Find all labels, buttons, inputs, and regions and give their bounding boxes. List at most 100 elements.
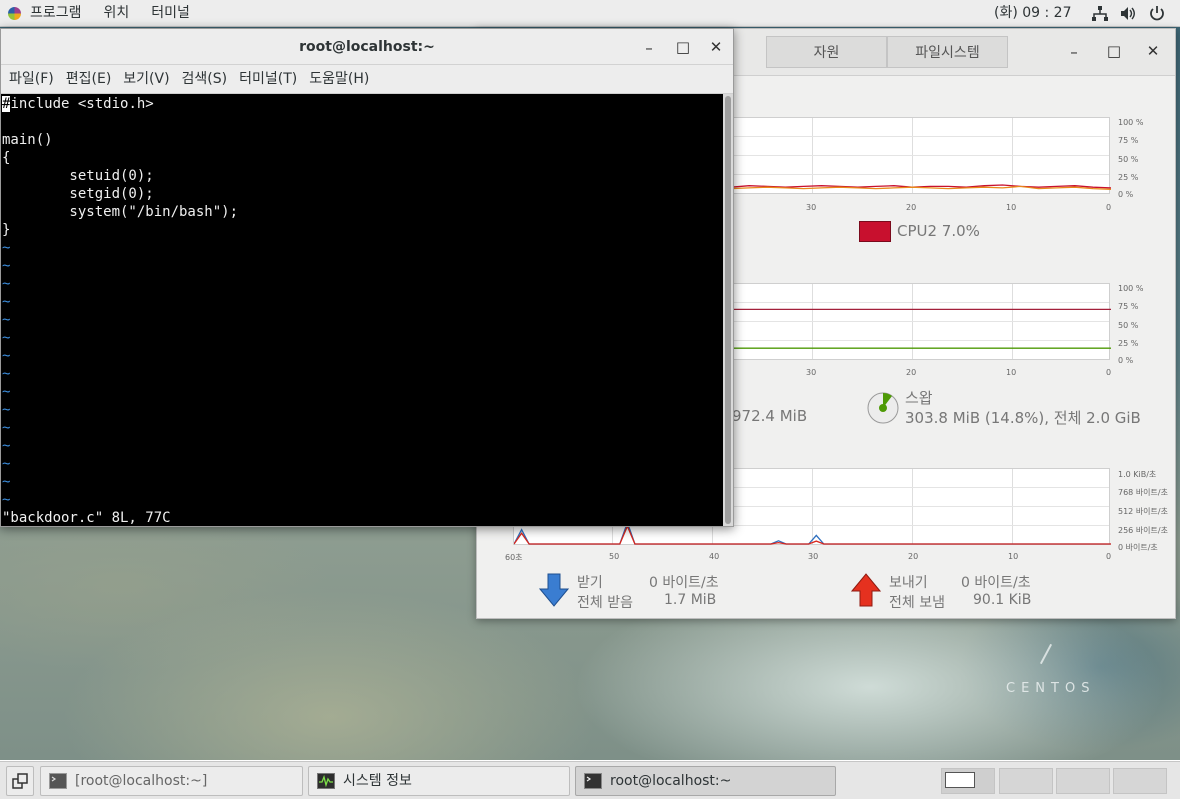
workspace-3[interactable] <box>1056 768 1110 794</box>
tab-resources[interactable]: 자원 <box>766 36 887 68</box>
network-y-tick: 1.0 KiB/초 <box>1118 470 1157 479</box>
centos-logo-mark <box>1039 643 1053 665</box>
taskbar-item-terminal-active[interactable]: root@localhost:~ <box>575 766 836 796</box>
centos-logo-text: CENTOS <box>1006 681 1096 696</box>
menu-help[interactable]: 도움말(H) <box>303 65 375 94</box>
terminal-icon <box>584 773 602 789</box>
workspace-4[interactable] <box>1113 768 1167 794</box>
cpu2-color-swatch[interactable] <box>859 221 891 242</box>
network-y-tick: 512 바이트/초 <box>1118 507 1168 516</box>
volume-icon[interactable] <box>1119 5 1137 22</box>
menu-search[interactable]: 검색(S) <box>176 65 234 94</box>
memory-y-tick: 0 % <box>1118 356 1134 365</box>
taskbar-item-label: 시스템 정보 <box>343 773 412 789</box>
cpu-y-tick: 50 % <box>1118 155 1139 164</box>
applications-menu[interactable]: 프로그램 <box>0 0 93 27</box>
cpu-y-tick: 100 % <box>1118 118 1144 127</box>
cpu-y-tick: 25 % <box>1118 173 1139 182</box>
cpu-x-tick: 30 <box>806 203 817 212</box>
show-desktop-button[interactable] <box>6 766 34 796</box>
send-rate: 0 바이트/초 <box>961 575 1031 591</box>
empty-line-tilde: ~ <box>2 348 11 364</box>
send-arrow-icon[interactable] <box>851 573 881 607</box>
memory-y-tick: 50 % <box>1118 321 1139 330</box>
terminal-title: root@localhost:~ <box>299 39 435 55</box>
code-line: system("/bin/bash"); <box>2 204 239 220</box>
applications-menu-label: 프로그램 <box>30 4 82 21</box>
menu-terminal[interactable]: 터미널(T) <box>233 65 303 94</box>
terminal-scrollbar[interactable] <box>723 94 733 526</box>
tab-filesystems[interactable]: 파일시스템 <box>887 36 1008 68</box>
memory-x-tick: 30 <box>806 368 817 377</box>
memory-x-tick: 10 <box>1006 368 1017 377</box>
workspace-2[interactable] <box>999 768 1053 794</box>
empty-line-tilde: ~ <box>2 384 11 400</box>
receive-arrow-icon[interactable] <box>539 573 569 607</box>
network-x-tick: 60초 <box>505 553 523 562</box>
code-line: { <box>2 150 11 166</box>
menu-edit[interactable]: 편집(E) <box>60 65 118 94</box>
memory-y-tick: 75 % <box>1118 302 1139 311</box>
top-bar: 프로그램 위치 터미널 (화) 09 : 27 <box>0 0 1180 27</box>
network-y-tick: 0 바이트/초 <box>1118 543 1158 552</box>
maximize-button[interactable]: □ <box>672 36 694 58</box>
network-x-tick: 0 <box>1106 552 1112 561</box>
empty-line-tilde: ~ <box>2 366 11 382</box>
taskbar: [root@localhost:~] 시스템 정보 root@localhost… <box>0 761 1180 799</box>
series-line <box>514 524 1111 545</box>
network-x-tick: 30 <box>808 552 819 561</box>
applications-icon <box>8 6 21 20</box>
app-menu[interactable]: 터미널 <box>140 0 201 27</box>
network-icon[interactable] <box>1091 5 1109 22</box>
close-button[interactable]: ✕ <box>705 36 727 58</box>
receive-label: 받기 <box>577 575 603 591</box>
terminal-text-area[interactable]: #include <stdio.h> main() { setuid(0); s… <box>1 94 723 526</box>
cpu2-legend-label: CPU2 7.0% <box>897 222 980 240</box>
cpu-x-tick: 10 <box>1006 203 1017 212</box>
terminal-menubar: 파일(F) 편집(E) 보기(V) 검색(S) 터미널(T) 도움말(H) <box>1 65 733 94</box>
empty-line-tilde: ~ <box>2 456 11 472</box>
network-x-tick: 40 <box>709 552 720 561</box>
workspace-1[interactable] <box>941 768 995 794</box>
memory-y-tick: 25 % <box>1118 339 1139 348</box>
memory-x-tick: 0 <box>1106 368 1112 377</box>
cpu-y-tick: 75 % <box>1118 136 1139 145</box>
scrollbar-thumb[interactable] <box>725 96 731 524</box>
swap-label: 스왑 <box>905 389 933 407</box>
code-text: include <stdio.h> <box>10 96 154 112</box>
network-x-tick: 20 <box>908 552 919 561</box>
cpu-y-tick: 0 % <box>1118 190 1134 199</box>
clock[interactable]: (화) 09 : 27 <box>994 0 1072 27</box>
empty-line-tilde: ~ <box>2 312 11 328</box>
menu-file[interactable]: 파일(F) <box>3 65 60 94</box>
taskbar-item-terminal-minimized[interactable]: [root@localhost:~] <box>40 766 303 796</box>
swap-value: 303.8 MiB (14.8%), 전체 2.0 GiB <box>905 409 1141 427</box>
empty-line-tilde: ~ <box>2 438 11 454</box>
empty-line-tilde: ~ <box>2 294 11 310</box>
code-line: setgid(0); <box>2 186 154 202</box>
places-menu[interactable]: 위치 <box>93 0 141 27</box>
empty-line-tilde: ~ <box>2 240 11 256</box>
send-label: 보내기 <box>889 575 928 591</box>
show-desktop-icon <box>12 773 28 789</box>
maximize-button[interactable]: □ <box>1103 40 1125 62</box>
swap-pie-icon[interactable] <box>866 391 900 425</box>
send-total: 90.1 KiB <box>973 592 1032 608</box>
cpu-x-tick: 20 <box>906 203 917 212</box>
empty-line-tilde: ~ <box>2 330 11 346</box>
minimize-button[interactable]: – <box>638 37 660 59</box>
terminal-icon <box>49 773 67 789</box>
empty-line-tilde: ~ <box>2 402 11 418</box>
vim-status-line: "backdoor.c" 8L, 77C <box>2 510 171 526</box>
terminal-titlebar[interactable]: root@localhost:~ – □ ✕ <box>1 29 733 65</box>
send-total-label: 전체 보냄 <box>889 595 945 611</box>
close-button[interactable]: ✕ <box>1142 40 1164 62</box>
taskbar-item-system-monitor[interactable]: 시스템 정보 <box>308 766 570 796</box>
power-icon[interactable] <box>1148 5 1166 22</box>
network-y-tick: 768 바이트/초 <box>1118 488 1168 497</box>
network-y-tick: 256 바이트/초 <box>1118 526 1168 535</box>
receive-total: 1.7 MiB <box>664 592 717 608</box>
empty-line-tilde: ~ <box>2 420 11 436</box>
minimize-button[interactable]: – <box>1063 41 1085 63</box>
menu-view[interactable]: 보기(V) <box>117 65 175 94</box>
